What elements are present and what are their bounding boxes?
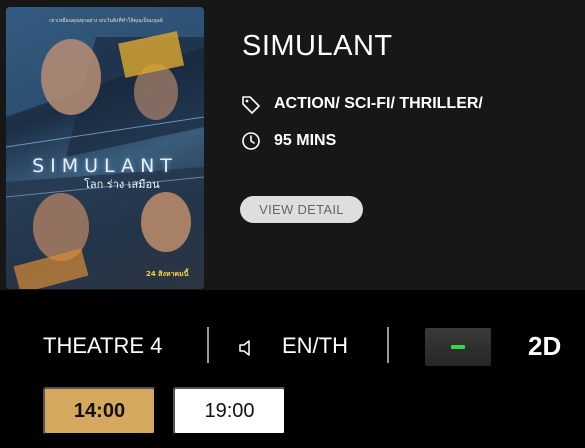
showtime-button-1900[interactable]: 19:00: [173, 387, 286, 435]
duration-row: 95 MINS: [241, 131, 336, 151]
theatre-label: THEATRE 4: [43, 333, 163, 358]
poster-release-date: 24 สิงหาคมนี้: [146, 270, 189, 278]
poster-subtitle: โลก ร่าง เสมือน: [84, 178, 160, 191]
genre-row: ACTION/ SCI-FI/ THRILLER/: [241, 94, 483, 114]
movie-card: เขาเหมือนคุณทุกอย่าง ยกเว้นสิ่งที่ทำให้ค…: [0, 0, 585, 290]
movie-title: SIMULANT: [242, 30, 393, 62]
tag-icon: [241, 94, 261, 114]
minus-icon: [451, 345, 465, 349]
speaker-icon: [238, 339, 256, 362]
genre-text: ACTION/ SCI-FI/ THRILLER/: [274, 95, 483, 112]
indicator-toggle[interactable]: [425, 328, 491, 366]
movie-poster[interactable]: เขาเหมือนคุณทุกอย่าง ยกเว้นสิ่งที่ทำให้ค…: [6, 7, 204, 289]
poster-tagline: เขาเหมือนคุณทุกอย่าง ยกเว้นสิ่งที่ทำให้ค…: [49, 18, 163, 24]
showtime-button-1400[interactable]: 14:00: [43, 387, 156, 435]
language-label: EN/TH: [282, 333, 348, 358]
poster-title: SIMULANT: [32, 155, 178, 177]
poster-artwork: [6, 7, 204, 289]
clock-icon: [241, 131, 261, 151]
view-detail-button[interactable]: VIEW DETAIL: [240, 196, 363, 223]
duration-text: 95 MINS: [274, 132, 337, 149]
divider: [207, 327, 209, 363]
divider: [387, 327, 389, 363]
format-label: 2D: [528, 331, 562, 361]
